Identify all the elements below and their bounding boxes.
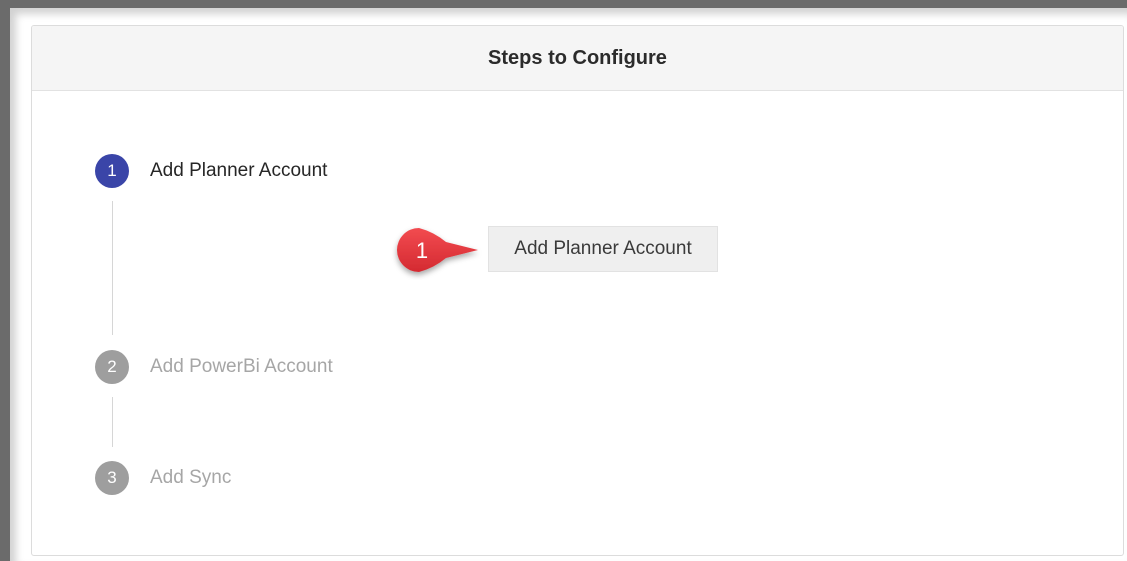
callout-number: 1 — [416, 238, 428, 263]
step-1-label[interactable]: Add Planner Account — [150, 160, 327, 182]
add-planner-account-button[interactable]: Add Planner Account — [488, 226, 718, 272]
step-2-label: Add PowerBi Account — [150, 356, 333, 377]
step-connector-1-2 — [112, 201, 113, 335]
step-3-label: Add Sync — [150, 467, 232, 488]
step-connector-2-3 — [112, 397, 113, 447]
step-3-number-badge: 3 — [95, 461, 129, 495]
step-1-number: 1 — [107, 161, 117, 180]
step-1-number-badge: 1 — [95, 154, 129, 188]
panel-header: Steps to Configure — [32, 26, 1123, 91]
step-2-number: 2 — [107, 357, 117, 376]
step-3-number: 3 — [107, 468, 117, 487]
step-2-number-badge: 2 — [95, 350, 129, 384]
configure-steps-panel: Steps to Configure 1 Add Planner Account… — [31, 25, 1124, 556]
callout-marker-1: 1 — [397, 228, 478, 272]
panel-title: Steps to Configure — [488, 46, 667, 69]
